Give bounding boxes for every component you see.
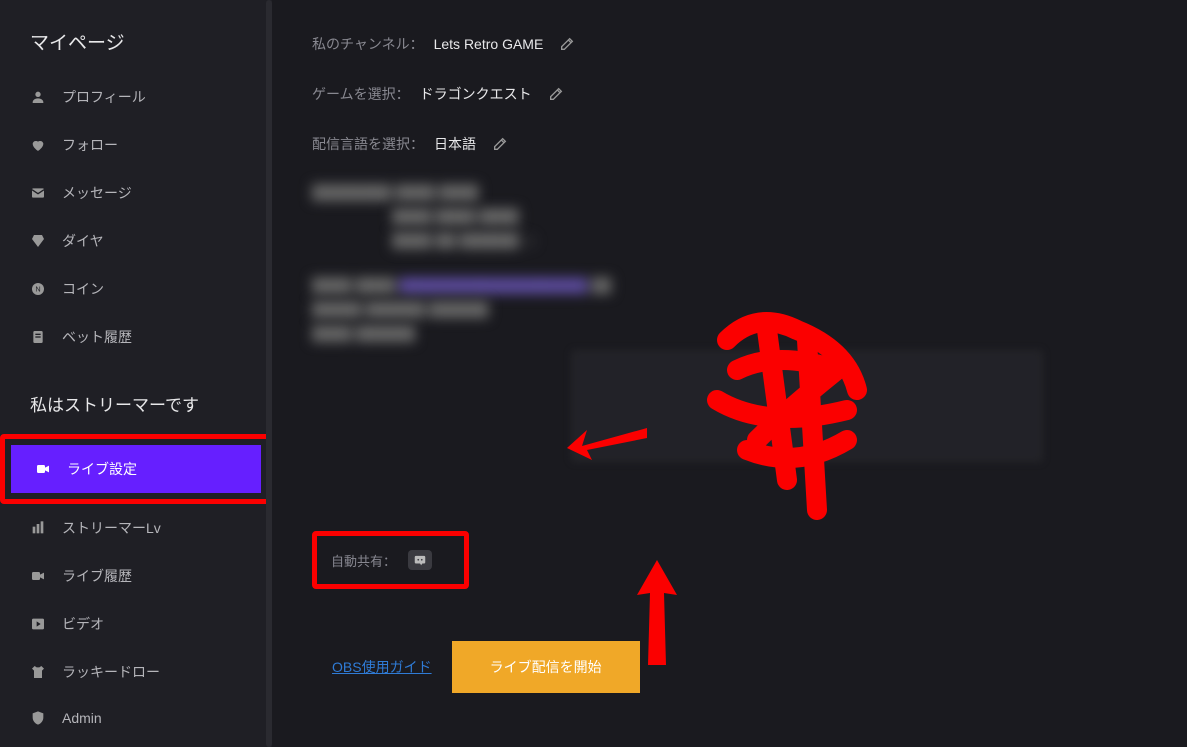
sidebar-item-live-settings-highlight: ライブ設定 (0, 434, 272, 504)
sidebar-item-message[interactable]: メッセージ (0, 169, 272, 217)
diamond-icon (30, 233, 46, 249)
coin-icon: N (30, 281, 46, 297)
game-value: ドラゴンクエスト (420, 84, 532, 104)
sidebar-item-label: コイン (62, 279, 104, 299)
sidebar-item-streamer-lv[interactable]: ストリーマーLv (0, 504, 272, 552)
sidebar-item-label: メッセージ (62, 183, 132, 203)
channel-value: Lets Retro GAME (434, 36, 544, 52)
sidebar-item-label: フォロー (62, 135, 118, 155)
clipboard-icon (30, 329, 46, 345)
redacted-stream-info: ████████ ████ ████ ████ ████ ████ ████ █… (312, 184, 1147, 461)
game-row: ゲームを選択： ドラゴンクエスト (312, 84, 1147, 104)
sidebar-item-label: ストリーマーLv (62, 518, 161, 538)
sidebar-item-vote[interactable]: 投票 (0, 740, 272, 747)
sidebar-item-video[interactable]: ビデオ (0, 600, 272, 648)
sidebar-item-label: プロフィール (62, 87, 146, 107)
sidebar-section-mypage: マイページ (0, 28, 272, 73)
sidebar-item-live-settings[interactable]: ライブ設定 (11, 445, 261, 493)
sidebar-item-label: ライブ履歴 (62, 566, 132, 586)
language-row: 配信言語を選択： 日本語 (312, 134, 1147, 154)
sidebar-item-label: ラッキードロー (62, 662, 160, 682)
edit-icon[interactable] (559, 36, 575, 52)
video-icon (30, 568, 46, 584)
redacted-line: ████ ██████ (312, 325, 1147, 341)
language-label: 配信言語を選択： (312, 134, 424, 154)
sidebar-item-lucky-draw[interactable]: ラッキードロー (0, 648, 272, 696)
sidebar-item-profile[interactable]: プロフィール (0, 73, 272, 121)
sidebar-item-coin[interactable]: N コイン (0, 265, 272, 313)
channel-label: 私のチャンネル： (312, 34, 424, 54)
sidebar-item-label: ベット履歴 (62, 327, 132, 347)
obs-guide-link[interactable]: OBS使用ガイド (332, 657, 432, 677)
start-stream-button[interactable]: ライブ配信を開始 (452, 641, 640, 693)
play-icon (30, 616, 46, 632)
redacted-thumbnail-box (572, 351, 1042, 461)
level-icon (30, 520, 46, 536)
sidebar-section-streamer: 私はストリーマーです (0, 391, 272, 434)
svg-text:N: N (35, 285, 40, 294)
redacted-line: ████ ████ ████ (392, 208, 1147, 224)
user-icon (30, 89, 46, 105)
game-label: ゲームを選択： (312, 84, 410, 104)
sidebar-item-label: Admin (62, 710, 102, 726)
main-content: 私のチャンネル： Lets Retro GAME ゲームを選択： ドラゴンクエス… (272, 0, 1187, 747)
redacted-line: ████ ████ ███████████████████ ██ (312, 277, 1147, 293)
sidebar: マイページ プロフィール フォロー メッセージ ダイヤ N コイン ベット履歴 … (0, 0, 272, 747)
mail-icon (30, 185, 46, 201)
sidebar-item-diamond[interactable]: ダイヤ (0, 217, 272, 265)
sidebar-item-label: ビデオ (62, 614, 104, 634)
sidebar-item-label: ライブ設定 (67, 459, 137, 479)
sidebar-item-follow[interactable]: フォロー (0, 121, 272, 169)
language-value: 日本語 (434, 134, 476, 154)
redacted-line: ████████ ████ ████ (312, 184, 1147, 200)
redacted-line: ████ ██ ██████ ▢ (392, 232, 1147, 249)
auto-share-highlight: 自動共有： (312, 531, 469, 589)
discord-icon[interactable] (408, 550, 432, 570)
shield-icon (30, 710, 46, 726)
heart-icon (30, 137, 46, 153)
bottom-actions: OBS使用ガイド ライブ配信を開始 (332, 641, 1147, 693)
edit-icon[interactable] (492, 136, 508, 152)
sidebar-item-live-history[interactable]: ライブ履歴 (0, 552, 272, 600)
shirt-icon (30, 664, 46, 680)
sidebar-item-admin[interactable]: Admin (0, 696, 272, 740)
channel-row: 私のチャンネル： Lets Retro GAME (312, 34, 1147, 54)
video-icon (35, 461, 51, 477)
redacted-line: █████ ██████ ██████ (312, 301, 1147, 317)
sidebar-item-label: ダイヤ (62, 231, 104, 251)
auto-share-label: 自動共有： (331, 551, 396, 570)
edit-icon[interactable] (548, 86, 564, 102)
sidebar-item-bet-history[interactable]: ベット履歴 (0, 313, 272, 361)
auto-share-section: 自動共有： (312, 491, 1147, 589)
